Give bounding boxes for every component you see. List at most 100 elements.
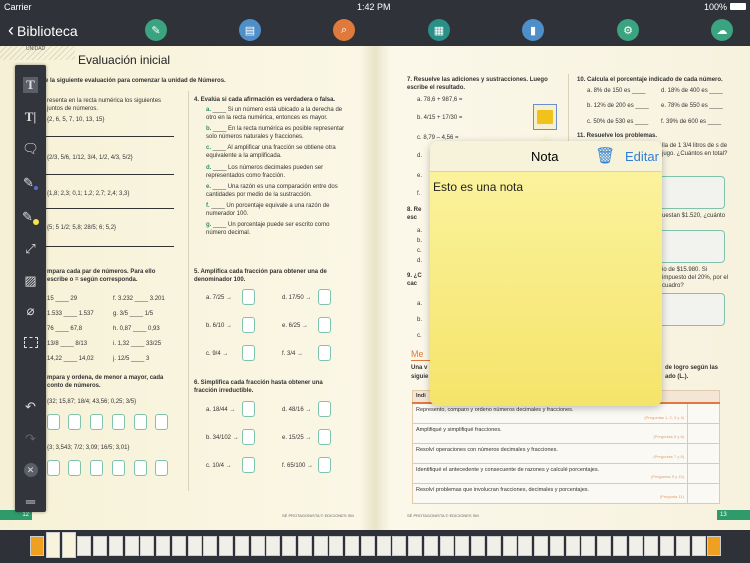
page-thumbnail[interactable] — [707, 536, 721, 556]
undo-icon[interactable]: ↶ — [15, 395, 46, 419]
pair: i. 1,32 ____ 33/25 — [113, 341, 162, 347]
table-row: Represento, comparo y ordeno números dec… — [412, 402, 720, 424]
page-thumbnail[interactable] — [549, 536, 564, 556]
page-thumbnail[interactable] — [219, 536, 233, 556]
book-icon[interactable]: ▮ — [522, 19, 544, 41]
page-thumbnail[interactable] — [30, 536, 44, 556]
page-thumbnail[interactable] — [423, 536, 438, 556]
page-thumbnail[interactable] — [660, 536, 674, 556]
page-thumbnail[interactable] — [471, 536, 485, 556]
table-row: Amplifiqué y simplifiqué fracciones. (Pre… — [412, 422, 720, 444]
number-line — [46, 174, 174, 175]
note-text[interactable]: Esto es una nota — [430, 172, 662, 406]
page-thumbnail[interactable] — [534, 536, 548, 556]
close-icon[interactable]: ✕ — [15, 458, 46, 482]
search-icon[interactable]: ⌕ — [333, 19, 355, 41]
nav-bar: ‹ Biblioteca ✎ ▤ ⌕ ▦ ▮ ⚙ ☁ — [0, 14, 750, 46]
page-thumbnail-strip[interactable] — [0, 530, 750, 563]
page-thumbnail[interactable] — [329, 536, 343, 556]
page-thumbnail[interactable] — [675, 536, 690, 556]
pairs-list: 15 ____ 29 1.533 ____ 1.537 76 ____ 67,8 13… — [47, 292, 94, 367]
back-button[interactable]: ‹ Biblioteca — [8, 20, 78, 41]
page-thumbnail[interactable] — [250, 536, 265, 556]
page-thumbnail[interactable] — [61, 532, 76, 558]
page-thumbnail[interactable] — [597, 536, 611, 556]
pair: g. 3/5 ____ 1/5 — [113, 311, 154, 317]
question-6: 6. Simplifica cada fracción hasta obtene… — [194, 380, 323, 395]
page-title: Evaluación inicial — [78, 53, 171, 67]
page-thumbnail[interactable] — [187, 536, 202, 556]
pair: j. 12/5 ____ 3 — [113, 356, 150, 362]
set: {2, 6, 5, 7, 10, 13, 15} — [47, 117, 105, 123]
line-arrow-icon[interactable]: ⤢ — [15, 237, 46, 261]
pair: 1.533 ____ 1.537 — [47, 311, 94, 317]
redo-icon[interactable]: ↷ — [15, 427, 46, 451]
page-thumbnail[interactable] — [612, 536, 627, 556]
table-row: Resolví operaciones con números decimale… — [412, 442, 720, 464]
page-thumbnail[interactable] — [156, 536, 170, 556]
pair: 13/8 ____ 8/13 — [47, 341, 88, 347]
page-thumbnail[interactable] — [345, 536, 359, 556]
unit-label: UNIDAD — [26, 46, 46, 52]
left-page: UNIDAD Evaluación inicial e la siguiente… — [0, 46, 375, 530]
page-thumbnail[interactable] — [455, 536, 469, 556]
chevron-left-icon: ‹ — [8, 20, 14, 40]
page-thumbnail[interactable] — [171, 536, 186, 556]
page-thumbnail[interactable] — [297, 536, 312, 556]
trash-icon[interactable]: 🗑 — [595, 146, 615, 166]
comment-icon[interactable]: 🗨 — [15, 137, 46, 161]
page-thumbnail[interactable] — [376, 536, 391, 556]
page-thumbnail[interactable] — [140, 536, 154, 556]
question-7: 7. Resuelve las adiciones y sustraccione… — [407, 77, 548, 92]
page-thumbnail[interactable] — [360, 536, 375, 556]
page-thumbnail[interactable] — [266, 536, 280, 556]
page-thumbnail[interactable] — [108, 536, 123, 556]
page-thumbnail[interactable] — [565, 536, 580, 556]
page-thumbnail[interactable] — [234, 536, 249, 556]
pair: 15 ____ 29 — [47, 296, 78, 302]
page-thumbnail[interactable] — [45, 532, 60, 558]
page-thumbnail[interactable] — [392, 536, 406, 556]
page-thumbnail[interactable] — [439, 536, 454, 556]
note-marker-icon[interactable] — [533, 104, 557, 130]
page-thumbnail[interactable] — [581, 536, 595, 556]
page-thumbnail[interactable] — [644, 536, 658, 556]
edit-button[interactable]: Editar — [625, 149, 659, 164]
pair: 14,22 ____ 14,02 — [47, 356, 94, 362]
highlighter-yellow-icon[interactable]: ✎ — [15, 205, 46, 229]
page-thumbnail[interactable] — [77, 536, 91, 556]
page-thumbnail[interactable] — [486, 536, 501, 556]
clipboard-icon[interactable]: ▤ — [239, 19, 261, 41]
intro: e la siguiente evaluación para comenzar … — [45, 78, 226, 84]
footer: SÉ PROTAGONISTA © EDICIONES SM — [282, 513, 354, 518]
page-thumbnail[interactable] — [203, 536, 217, 556]
question-1: resenta en la recta numérica los siguien… — [47, 98, 162, 113]
page-thumbnail[interactable] — [502, 536, 517, 556]
pair: 76 ____ 67,8 — [47, 326, 83, 332]
menu-icon[interactable]: ═ — [15, 489, 46, 513]
edit-icon[interactable]: ✎ — [145, 19, 167, 41]
number-line — [46, 246, 174, 247]
grid-icon[interactable]: ▦ — [428, 19, 450, 41]
selection-icon[interactable] — [15, 330, 46, 354]
statements: a. ____ Si un número está ubicado a la d… — [206, 107, 345, 237]
page-thumbnail[interactable] — [282, 536, 296, 556]
pair: h. 0,87 ____ 0,93 — [113, 326, 160, 332]
pen-blue-icon[interactable]: ✎ — [15, 171, 46, 195]
page-thumbnail[interactable] — [124, 536, 139, 556]
text-tool-icon[interactable]: T — [15, 73, 46, 97]
text-cursor-icon[interactable]: T| — [15, 105, 46, 129]
set: {2/3, 5/6, 1/12, 3/4, 1/2, 4/3, 5/2} — [47, 155, 133, 161]
page-thumbnail[interactable] — [408, 536, 422, 556]
page-thumbnail[interactable] — [518, 536, 532, 556]
question-11: 11. Resuelve los problemas. — [577, 133, 658, 139]
image-icon[interactable]: ▨ — [15, 269, 46, 293]
cloud-upload-icon[interactable]: ☁ — [711, 19, 733, 41]
page-thumbnail[interactable] — [93, 536, 107, 556]
page-thumbnail[interactable] — [313, 536, 328, 556]
page-thumbnail[interactable] — [691, 536, 706, 556]
page-thumbnail[interactable] — [628, 536, 643, 556]
set: {3; 3,543; 7/2; 3,09; 16/5; 3,01} — [47, 445, 130, 451]
settings-icon[interactable]: ⚙ — [617, 19, 639, 41]
eraser-icon[interactable]: ⌀ — [15, 299, 46, 323]
